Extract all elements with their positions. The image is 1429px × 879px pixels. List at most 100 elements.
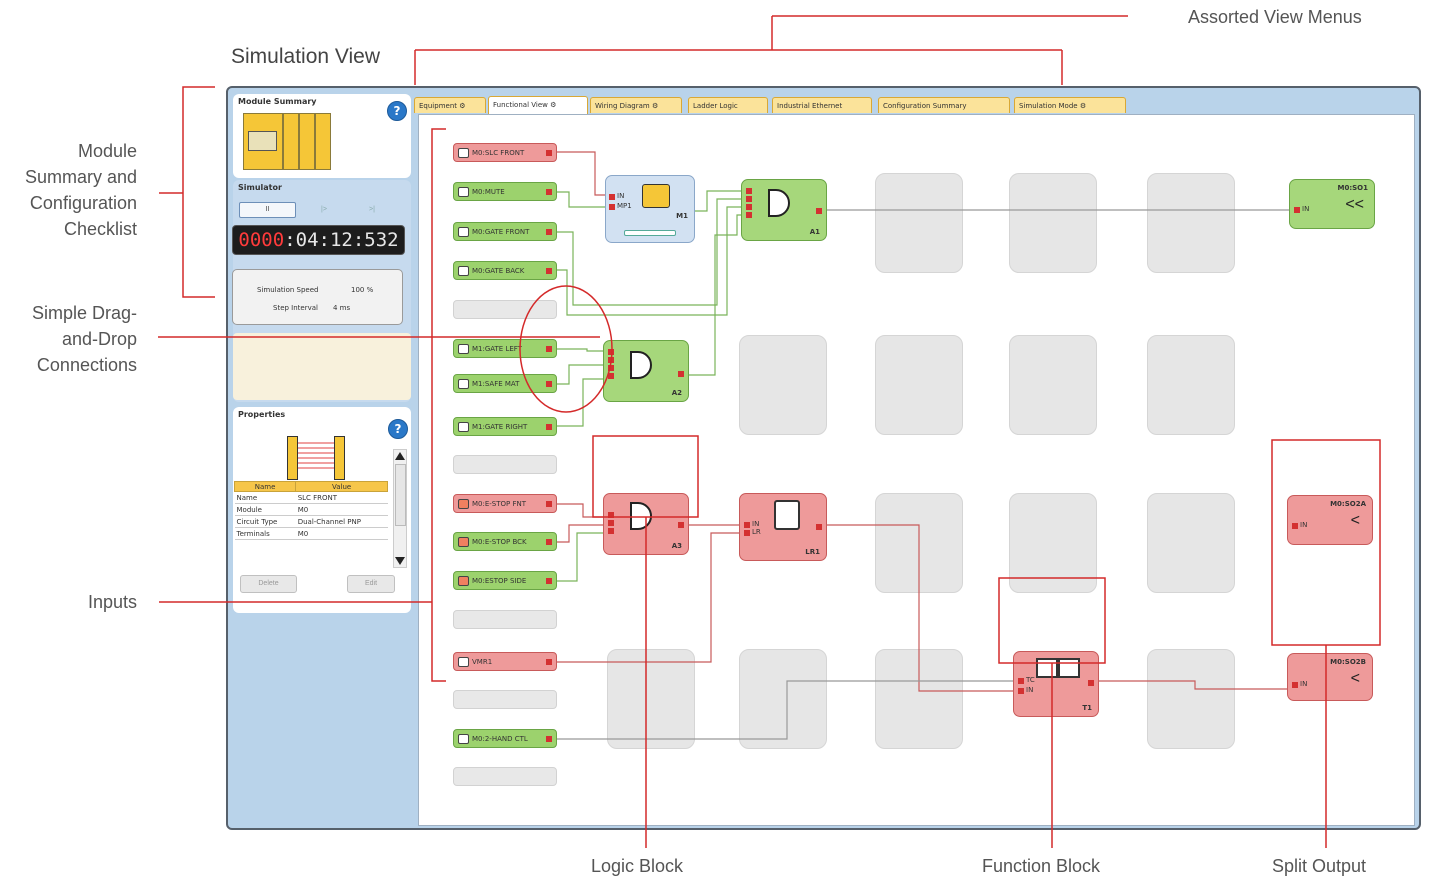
scroll-down-icon[interactable] — [395, 557, 405, 565]
output-label: M0:SO2A — [1330, 500, 1366, 508]
input-block[interactable]: VMR1 — [453, 652, 557, 671]
input-pin[interactable] — [608, 349, 614, 355]
input-block[interactable]: M0:ESTOP SIDE — [453, 571, 557, 590]
input-pin[interactable] — [744, 530, 750, 536]
callout-logic-block: Logic Block — [591, 856, 684, 876]
output-pin[interactable] — [816, 524, 822, 530]
input-block[interactable]: M0:GATE FRONT — [453, 222, 557, 241]
empty-input-slot[interactable] — [453, 300, 557, 319]
input-pin[interactable] — [608, 520, 614, 526]
input-block[interactable]: M0:E-STOP BCK — [453, 532, 557, 551]
input-block[interactable]: M0:2-HAND CTL — [453, 729, 557, 748]
input-pin[interactable] — [609, 194, 615, 200]
input-pin[interactable] — [608, 357, 614, 363]
output-pin[interactable] — [546, 268, 552, 274]
input-pin[interactable] — [608, 365, 614, 371]
input-pin[interactable] — [1294, 207, 1300, 213]
table-row[interactable]: Terminals M0 — [234, 527, 388, 540]
timer-function-block[interactable]: TC IN T1 — [1013, 651, 1099, 717]
module-unit — [248, 131, 277, 151]
output-pin[interactable] — [546, 229, 552, 235]
output-pin[interactable] — [546, 659, 552, 665]
table-row[interactable]: Name SLC FRONT — [234, 491, 388, 504]
latch-reset-block[interactable]: IN LR LR1 — [739, 493, 827, 561]
input-pin[interactable] — [746, 212, 752, 218]
output-pin[interactable] — [546, 381, 552, 387]
and-logic-block[interactable]: A1 — [741, 179, 827, 241]
table-cell: Name — [234, 491, 296, 504]
gear-icon[interactable]: ⚙ — [550, 101, 556, 109]
tab-equipment[interactable]: Equipment ⚙ — [414, 97, 486, 113]
callout-line: Simple Drag- — [31, 303, 137, 323]
output-pin[interactable] — [546, 189, 552, 195]
input-pin[interactable] — [609, 204, 615, 210]
mute-function-block[interactable]: IN MP1 M1 — [605, 175, 695, 243]
wire — [827, 524, 1013, 692]
input-block[interactable]: M0:E-STOP FNT — [453, 494, 557, 513]
tab-wiring-diagram[interactable]: Wiring Diagram ⚙ — [590, 97, 682, 113]
safety-output-block[interactable]: M0:SO2A IN < — [1287, 495, 1373, 545]
help-icon[interactable]: ? — [387, 101, 407, 121]
safety-output-block[interactable]: M0:SO2B IN < — [1287, 653, 1373, 701]
pause-button[interactable]: II — [239, 202, 296, 218]
delete-button[interactable]: Delete — [240, 575, 297, 593]
input-pin[interactable] — [608, 512, 614, 518]
output-pin[interactable] — [1088, 680, 1094, 686]
step-button[interactable]: >| — [351, 202, 393, 218]
gear-icon[interactable]: ⚙ — [652, 102, 658, 110]
table-row[interactable]: Module M0 — [234, 503, 388, 516]
gate-switch-icon — [458, 227, 469, 237]
output-pin[interactable] — [546, 578, 552, 584]
empty-input-slot[interactable] — [453, 690, 557, 709]
input-pin[interactable] — [608, 528, 614, 534]
input-pin[interactable] — [1292, 682, 1298, 688]
wire — [689, 214, 741, 376]
input-pin[interactable] — [1018, 688, 1024, 694]
empty-input-slot[interactable] — [453, 610, 557, 629]
gear-icon[interactable]: ⚙ — [1080, 102, 1086, 110]
tab-simulation-mode[interactable]: Simulation Mode ⚙ — [1014, 97, 1126, 113]
output-pin[interactable] — [546, 150, 552, 156]
help-icon[interactable]: ? — [388, 419, 408, 439]
output-pin[interactable] — [546, 736, 552, 742]
tab-configuration-summary[interactable]: Configuration Summary — [878, 97, 1010, 113]
play-button[interactable]: |> — [303, 202, 345, 218]
output-pin[interactable] — [678, 371, 684, 377]
output-pin[interactable] — [546, 424, 552, 430]
input-block[interactable]: M1:GATE RIGHT — [453, 417, 557, 436]
output-pin[interactable] — [678, 522, 684, 528]
empty-input-slot[interactable] — [453, 455, 557, 474]
properties-scrollbar[interactable] — [393, 449, 407, 568]
tab-ladder-logic[interactable]: Ladder Logic — [688, 97, 768, 113]
scroll-thumb[interactable] — [395, 464, 406, 526]
input-pin[interactable] — [746, 204, 752, 210]
output-pin[interactable] — [546, 346, 552, 352]
input-block[interactable]: M0:SLC FRONT — [453, 143, 557, 162]
tab-industrial-ethernet[interactable]: Industrial Ethernet — [772, 97, 872, 113]
empty-input-slot[interactable] — [453, 767, 557, 786]
and-logic-block[interactable]: A2 — [603, 340, 689, 402]
safety-output-block[interactable]: M0:SO1 IN << — [1289, 179, 1375, 229]
input-block[interactable]: M0:MUTE — [453, 182, 557, 201]
output-pin[interactable] — [546, 539, 552, 545]
edit-button[interactable]: Edit — [347, 575, 395, 593]
input-block[interactable]: M1:GATE LEFT — [453, 339, 557, 358]
input-pin[interactable] — [746, 188, 752, 194]
input-pin[interactable] — [608, 373, 614, 379]
scroll-up-icon[interactable] — [395, 452, 405, 460]
tab-functional-view[interactable]: Functional View ⚙ — [488, 96, 588, 114]
table-row[interactable]: Circuit Type Dual-Channel PNP — [234, 515, 388, 528]
gear-icon[interactable]: ⚙ — [459, 102, 465, 110]
input-pin[interactable] — [1018, 678, 1024, 684]
input-pin[interactable] — [746, 196, 752, 202]
input-block[interactable]: M1:SAFE MAT — [453, 374, 557, 393]
functional-view-workspace[interactable]: M0:SLC FRONT M0:MUTE M0:GATE FRONT M0:GA… — [418, 114, 1415, 826]
and-logic-block[interactable]: A3 — [603, 493, 689, 555]
input-block[interactable]: M0:GATE BACK — [453, 261, 557, 280]
simulation-settings[interactable]: Simulation Speed 100 % Step Interval 4 m… — [232, 269, 403, 325]
input-pin[interactable] — [744, 522, 750, 528]
wire — [557, 348, 603, 352]
input-pin[interactable] — [1292, 523, 1298, 529]
output-pin[interactable] — [816, 208, 822, 214]
output-pin[interactable] — [546, 501, 552, 507]
